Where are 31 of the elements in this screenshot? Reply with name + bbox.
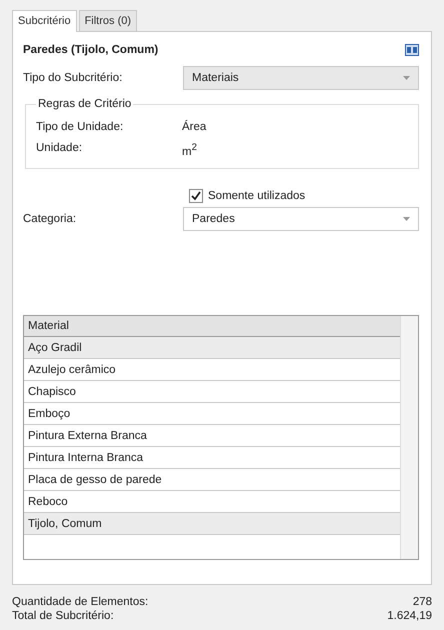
table-row[interactable]: Pintura Externa Branca bbox=[24, 425, 400, 447]
table-icon[interactable] bbox=[405, 44, 419, 56]
field-value: Área bbox=[182, 121, 208, 133]
summary-label: Total de Subcritério: bbox=[12, 609, 114, 623]
tab[interactable]: Subcritério bbox=[12, 10, 77, 32]
panel-title: Paredes (Tijolo, Comum) bbox=[23, 44, 158, 56]
field-label: Tipo de Unidade: bbox=[36, 121, 124, 133]
summary-label: Quantidade de Elementos: bbox=[12, 595, 148, 609]
table-row[interactable]: Placa de gesso de parede bbox=[24, 469, 400, 491]
table-row[interactable]: Emboço bbox=[24, 403, 400, 425]
group-legend: Regras de Critério bbox=[36, 98, 134, 110]
table-row[interactable]: Aço Gradil bbox=[24, 337, 400, 359]
checkbox-label: Somente utilizados bbox=[208, 190, 306, 202]
field-label: Unidade: bbox=[36, 142, 84, 156]
caret-icon[interactable] bbox=[403, 76, 410, 80]
type-dropdown[interactable]: Materiais bbox=[183, 66, 419, 90]
column-header[interactable]: Material bbox=[24, 316, 400, 337]
summary-value: 278 bbox=[412, 595, 432, 609]
field-label: Categoria: bbox=[23, 212, 78, 225]
caret-icon[interactable] bbox=[403, 216, 410, 221]
field-label: Tipo do Subcritério: bbox=[23, 72, 124, 84]
table-row[interactable]: Azulejo cerâmico bbox=[24, 359, 400, 381]
checkbox[interactable] bbox=[189, 188, 203, 203]
tab[interactable]: Filtros (0) bbox=[78, 10, 138, 31]
scrollbar[interactable] bbox=[400, 316, 418, 559]
table-row[interactable]: Tijolo, Comum bbox=[24, 513, 400, 535]
table-row[interactable]: Chapisco bbox=[24, 381, 400, 403]
table-row[interactable]: Pintura Interna Branca bbox=[24, 447, 400, 469]
category-dropdown[interactable]: Paredes bbox=[183, 206, 419, 231]
summary-value: 1.624,19 bbox=[387, 609, 432, 623]
field-value: m$^{2}$ bbox=[182, 142, 198, 158]
